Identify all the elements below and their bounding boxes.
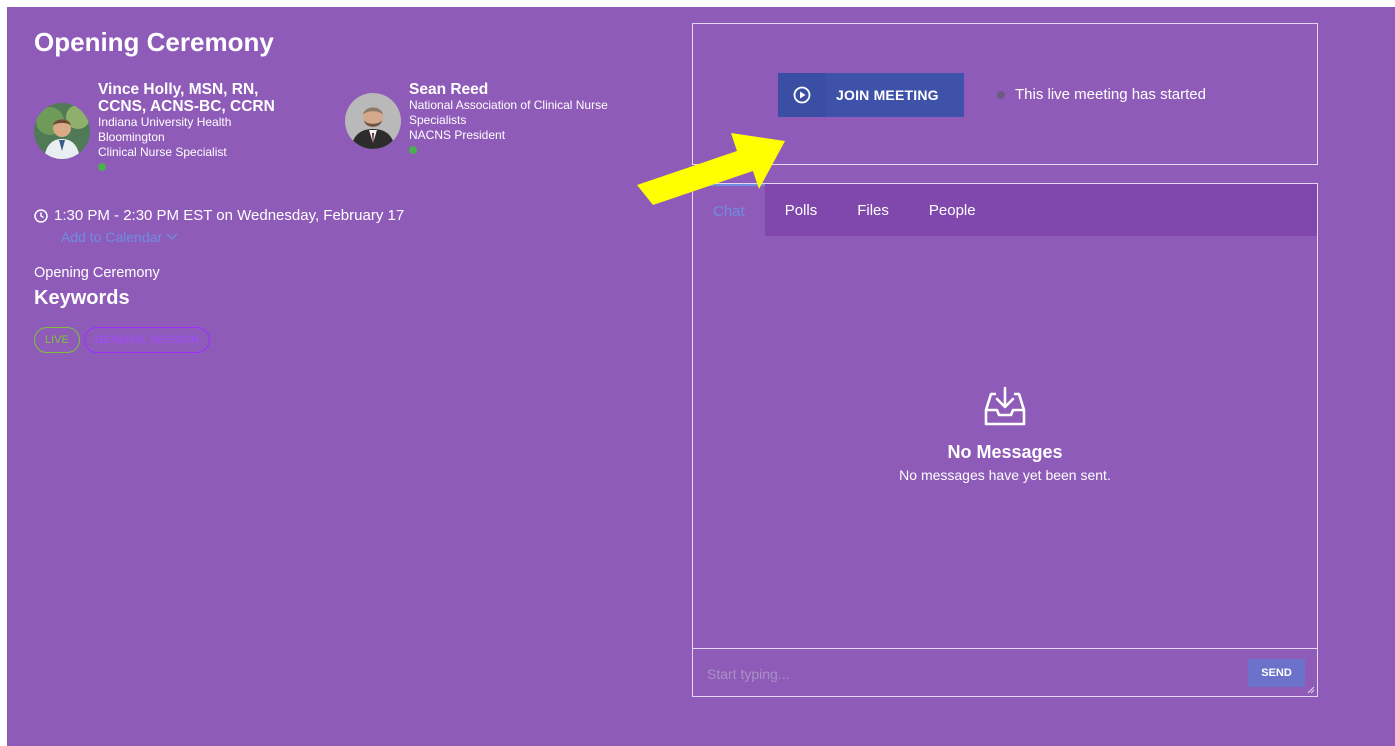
inbox-download-icon bbox=[984, 386, 1026, 426]
online-status-dot bbox=[409, 146, 417, 154]
clock-icon bbox=[34, 208, 48, 223]
empty-text: No messages have yet been sent. bbox=[899, 467, 1111, 483]
speaker-role: NACNS President bbox=[409, 128, 506, 142]
speaker-name[interactable]: Vince Holly, MSN, RN, CCNS, ACNS-BC, CCR… bbox=[98, 81, 298, 115]
speaker-avatar[interactable] bbox=[34, 103, 90, 159]
join-meeting-label[interactable]: JOIN MEETING bbox=[826, 87, 939, 103]
join-meeting-button[interactable]: JOIN MEETING bbox=[778, 73, 964, 117]
chevron-down-icon[interactable] bbox=[166, 233, 178, 241]
add-to-calendar-link[interactable]: Add to Calendar bbox=[61, 229, 178, 245]
speaker-avatar[interactable] bbox=[345, 93, 401, 149]
empty-title: No Messages bbox=[947, 442, 1063, 462]
empty-state: No Messages No messages have yet been se… bbox=[693, 384, 1317, 483]
speaker-name[interactable]: Sean Reed bbox=[409, 81, 608, 98]
chat-message-input[interactable] bbox=[707, 663, 1227, 685]
pointer-arrow-icon bbox=[637, 133, 785, 205]
send-button[interactable]: SEND bbox=[1248, 659, 1305, 687]
resize-handle-icon[interactable] bbox=[1307, 686, 1315, 694]
session-time-text: 1:30 PM - 2:30 PM EST on Wednesday, Febr… bbox=[54, 207, 405, 224]
chat-input-row: SEND bbox=[693, 648, 1317, 696]
session-page: Opening Ceremony Vince Holly, MSN, RN, C… bbox=[7, 7, 1395, 746]
add-to-calendar-label[interactable]: Add to Calendar bbox=[61, 229, 162, 245]
meeting-status-text: This live meeting has started bbox=[1015, 86, 1206, 103]
session-time: 1:30 PM - 2:30 PM EST on Wednesday, Febr… bbox=[34, 207, 404, 224]
session-title: Opening Ceremony bbox=[34, 27, 274, 57]
session-description: Opening Ceremony bbox=[34, 265, 160, 281]
tag-live[interactable]: LIVE bbox=[34, 327, 80, 353]
online-status-dot bbox=[98, 163, 106, 171]
speaker-location: Bloomington bbox=[98, 130, 165, 144]
speaker-organization-cont: Specialists bbox=[409, 113, 467, 127]
keyword-tags: LIVE GENERAL SESSION bbox=[34, 327, 210, 353]
speaker-organization: Indiana University Health bbox=[98, 115, 232, 129]
speaker-role: Clinical Nurse Specialist bbox=[98, 145, 227, 159]
speaker-organization: National Association of Clinical Nurse bbox=[409, 98, 608, 112]
tag-general-session[interactable]: GENERAL SESSION bbox=[83, 327, 210, 353]
tab-files[interactable]: Files bbox=[837, 184, 909, 236]
tab-people[interactable]: People bbox=[909, 184, 996, 236]
status-dot bbox=[997, 90, 1005, 99]
meeting-status: This live meeting has started bbox=[997, 86, 1206, 103]
keywords-heading: Keywords bbox=[34, 287, 130, 309]
chat-panel: Chat Polls Files People No Messages No m… bbox=[692, 183, 1318, 697]
